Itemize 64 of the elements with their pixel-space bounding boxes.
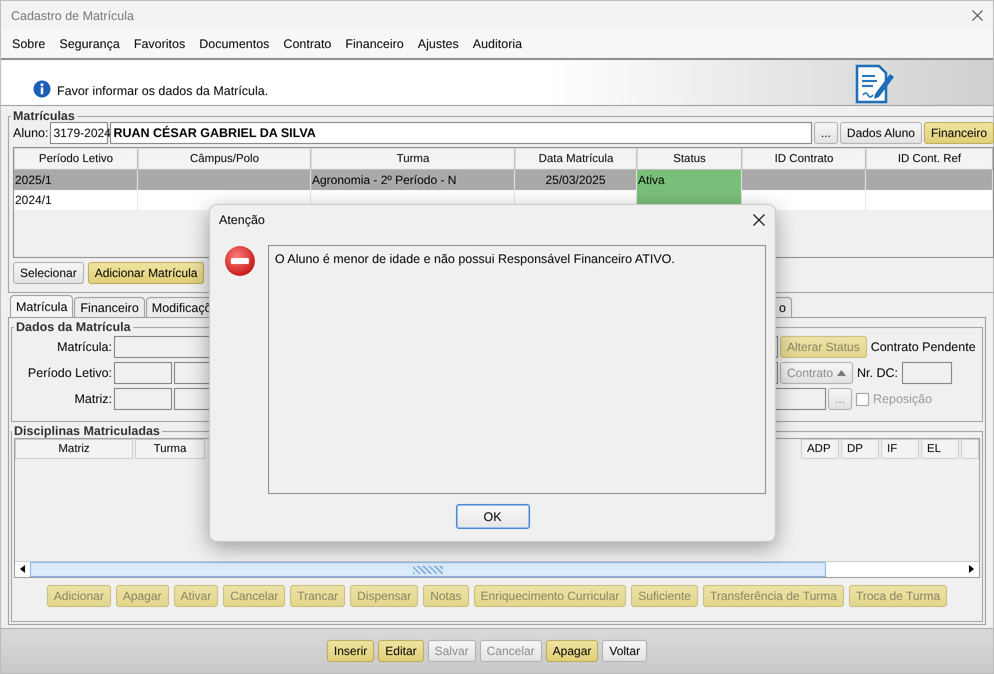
student-name-field[interactable]: RUAN CÉSAR GABRIEL DA SILVA — [110, 122, 812, 144]
column-header: Período Letivo — [14, 148, 138, 170]
field-label: Matrícula: — [56, 340, 112, 354]
column-header: IF — [881, 439, 919, 459]
menu-item[interactable]: Sobre — [5, 37, 52, 51]
menu-item[interactable]: Favoritos — [126, 37, 192, 51]
menu-item[interactable]: Contrato — [276, 37, 338, 51]
browse-button[interactable]: ... — [814, 122, 838, 144]
column-header: ID Contrato — [742, 148, 866, 170]
caret-icon — [837, 370, 846, 376]
close-icon[interactable] — [753, 214, 765, 226]
window-title: Cadastro de Matrícula — [11, 8, 134, 22]
menu-item[interactable]: Segurança — [52, 37, 127, 51]
tab[interactable]: Financeiro — [74, 297, 145, 317]
action-button[interactable]: Editar — [378, 640, 424, 662]
action-button[interactable]: Adicionar Matrícula — [88, 262, 204, 284]
action-button[interactable]: Selecionar — [13, 262, 84, 284]
close-icon[interactable] — [972, 10, 983, 21]
column-header: ADP — [801, 439, 839, 459]
group-title: Disciplinas Matriculadas — [13, 424, 161, 438]
menu-item[interactable]: Ajustes — [410, 37, 466, 51]
field-label: Período Letivo: — [26, 366, 112, 380]
menu-item[interactable]: Financeiro — [338, 37, 411, 51]
input-field[interactable] — [902, 362, 952, 384]
column-header: Câmpus/Polo — [138, 148, 311, 170]
field-label: Aluno: — [13, 126, 48, 140]
menu-item[interactable]: Auditoria — [466, 37, 530, 51]
table-row[interactable]: 2025/1 Agronomia - 2º Período - N 25/03/2025 Ativa — [14, 170, 993, 190]
field-label: Matriz: — [74, 392, 112, 406]
info-icon — [33, 80, 51, 98]
input-field[interactable] — [114, 388, 172, 410]
action-button[interactable]: Voltar — [602, 640, 648, 662]
action-button[interactable]: Dados Aluno — [840, 122, 922, 144]
ok-button[interactable]: OK — [456, 504, 530, 529]
column-header: Status — [637, 148, 742, 170]
group-title: Dados da Matrícula — [15, 320, 132, 334]
action-button[interactable]: Apagar — [546, 640, 598, 662]
student-code-field[interactable]: 3179-2024 — [50, 122, 108, 144]
column-header: Matriz — [15, 439, 133, 459]
status-text: Contrato Pendente — [870, 340, 976, 354]
table-cell: Agronomia - 2º Período - N — [312, 173, 456, 187]
column-header: Turma — [311, 148, 515, 170]
table-cell: 2025/1 — [15, 173, 52, 187]
column-header: ID Cont. Ref — [866, 148, 993, 170]
info-message: Favor informar os dados da Matrícula. — [57, 84, 268, 98]
action-button[interactable]: Inserir — [326, 640, 374, 662]
field-label: Nr. DC: — [857, 366, 898, 380]
group-title: Matrículas — [12, 109, 76, 123]
table-cell: 25/03/2025 — [545, 173, 606, 187]
error-icon — [224, 245, 256, 277]
column-header: EL — [921, 439, 959, 459]
document-pen-icon — [853, 64, 895, 104]
column-header: Turma — [135, 439, 205, 459]
horizontal-scrollbar[interactable] — [15, 561, 979, 577]
dialog-title: Atenção — [219, 213, 265, 227]
column-header: DP — [841, 439, 879, 459]
tab[interactable]: Matrícula — [10, 295, 74, 317]
table-cell: 2024/1 — [15, 193, 52, 207]
menu-item[interactable]: Documentos — [192, 37, 276, 51]
column-header: Data Matrícula — [515, 148, 637, 170]
action-button[interactable]: Financeiro — [924, 122, 994, 144]
table-cell: Ativa — [638, 173, 665, 187]
message-text: O Aluno é menor de idade e não possui Responsável Financeiro ATIVO. — [268, 245, 766, 494]
input-field[interactable] — [114, 362, 172, 384]
